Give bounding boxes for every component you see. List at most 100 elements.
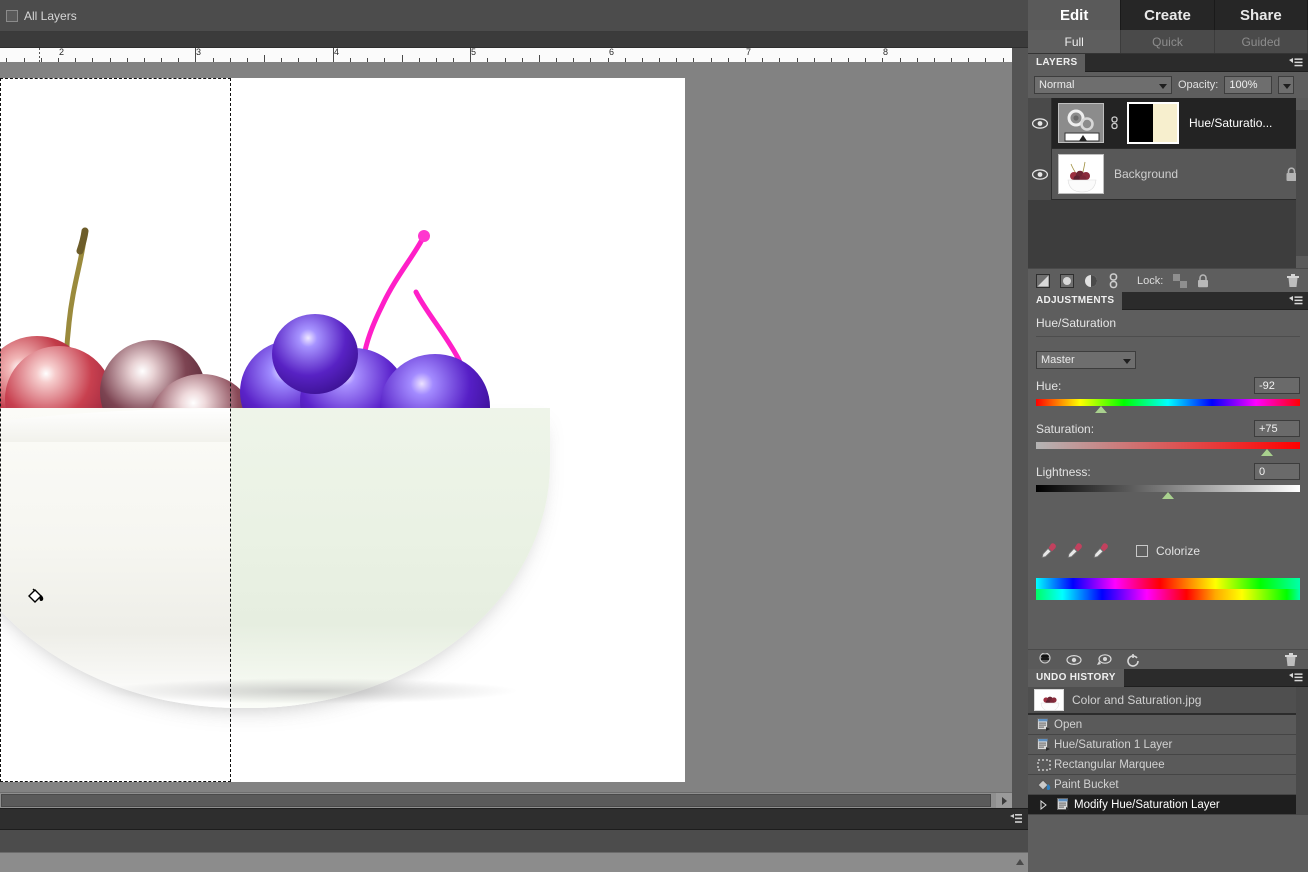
photoshop-elements-window: All Layers 2345678 Edit Create Share Ful…: [0, 0, 1308, 872]
adjustments-panel-menu-icon[interactable]: [1289, 296, 1303, 306]
opacity-value: 100%: [1229, 79, 1258, 91]
tab-edit[interactable]: Edit: [1028, 0, 1122, 30]
adjustment-layer-thumbnail[interactable]: [1058, 103, 1104, 143]
layer-visibility-toggle-1[interactable]: [1028, 97, 1052, 149]
hue-value[interactable]: -92: [1254, 377, 1300, 394]
layer-visibility-toggle-2[interactable]: [1028, 148, 1052, 200]
saturation-slider-track[interactable]: [1036, 442, 1300, 456]
layer-options-row: Normal Opacity: 100%: [1028, 72, 1308, 98]
document-canvas[interactable]: [0, 78, 685, 782]
canvas-area[interactable]: [0, 62, 1012, 792]
tab-guided[interactable]: Guided: [1215, 30, 1308, 53]
all-layers-checkbox[interactable]: [6, 9, 18, 22]
eyedropper-subtract-icon[interactable]: [1092, 542, 1110, 560]
clip-to-layer-icon[interactable]: [1038, 652, 1052, 667]
history-state-rectangular-marquee[interactable]: Rectangular Marquee: [1028, 755, 1308, 775]
cherry-purple-7: [272, 314, 358, 394]
layers-panel-tab[interactable]: LAYERS: [1028, 53, 1086, 72]
layers-panel-menu-icon[interactable]: [1289, 58, 1303, 68]
history-snapshot-row[interactable]: Color and Saturation.jpg: [1028, 687, 1308, 715]
new-layer-icon[interactable]: [1036, 273, 1050, 288]
new-adjustment-layer-icon[interactable]: [1084, 274, 1098, 288]
adjustments-panel-body: Hue/Saturation Master Hue: -92 Saturatio…: [1028, 310, 1308, 669]
background-layer-thumbnail[interactable]: [1058, 154, 1104, 194]
scroll-right-button[interactable]: [996, 793, 1012, 809]
opacity-input[interactable]: 100%: [1224, 76, 1273, 94]
eyedropper-icon[interactable]: [1040, 542, 1058, 560]
opacity-stepper[interactable]: [1278, 76, 1295, 94]
history-panel-menu-icon[interactable]: [1289, 673, 1303, 683]
toggle-layer-visibility-icon[interactable]: [1066, 654, 1082, 666]
all-layers-label: All Layers: [24, 8, 77, 23]
document-icon: [1034, 738, 1054, 751]
adjustments-panel-tab[interactable]: ADJUSTMENTS: [1028, 291, 1123, 310]
reset-adjustment-icon[interactable]: [1126, 653, 1140, 667]
photo-bin-menu-icon[interactable]: [1010, 814, 1022, 824]
history-list[interactable]: Color and Saturation.jpg Open Hue/Satura…: [1028, 687, 1308, 815]
delete-adjustment-layer-icon[interactable]: [1284, 652, 1298, 667]
layer-row-background[interactable]: Background: [1028, 148, 1308, 200]
history-state-modify-hue-saturation-layer[interactable]: Modify Hue/Saturation Layer: [1028, 795, 1308, 815]
tab-share[interactable]: Share: [1215, 0, 1308, 30]
saturation-gradient-bar: [1036, 442, 1300, 449]
lightness-slider-knob[interactable]: [1162, 492, 1174, 499]
ruler-label: 4: [334, 48, 340, 57]
photo-bin-area[interactable]: [0, 830, 1028, 852]
horizontal-ruler[interactable]: 2 3 4 5 6 7 8: [0, 48, 1012, 62]
history-state-open[interactable]: Open: [1028, 715, 1308, 735]
eyedropper-row: Colorize: [1036, 542, 1300, 560]
history-state-paint-bucket[interactable]: Paint Bucket: [1028, 775, 1308, 795]
ruler-tick: [539, 55, 540, 62]
layer-mask-link-icon[interactable]: [1110, 116, 1119, 130]
eyedropper-add-icon[interactable]: [1066, 542, 1084, 560]
horizontal-scroll-thumb[interactable]: [1, 794, 991, 807]
colorize-checkbox[interactable]: [1136, 545, 1148, 557]
hue-slider-track[interactable]: [1036, 399, 1300, 413]
history-state-hue-saturation-layer[interactable]: Hue/Saturation 1 Layer: [1028, 735, 1308, 755]
lightness-slider-track[interactable]: [1036, 485, 1300, 499]
document-icon: [1034, 718, 1054, 731]
lightness-value[interactable]: 0: [1254, 463, 1300, 480]
blend-mode-select[interactable]: Normal: [1034, 76, 1172, 94]
channel-select[interactable]: Master: [1036, 351, 1136, 369]
layers-panel-header: LAYERS: [1028, 53, 1308, 72]
bowl-tinted-region: [231, 408, 551, 708]
adjustment-type-label: Hue/Saturation: [1036, 316, 1117, 330]
ruler-label: 2: [59, 48, 65, 57]
cherries-bowl-thumbnail-icon: [1059, 155, 1103, 193]
layer-mask-thumbnail[interactable]: [1127, 102, 1179, 144]
history-scrollbar[interactable]: [1296, 687, 1308, 815]
layer-row-hue-saturation[interactable]: Hue/Saturatio...: [1028, 97, 1308, 149]
edit-mode-tab-bar: Full Quick Guided: [1028, 30, 1308, 54]
ruler-label: 6: [609, 48, 615, 57]
layers-scroll-up[interactable]: [1296, 98, 1308, 110]
delete-layer-icon[interactable]: [1286, 273, 1300, 288]
photo-bin-bar[interactable]: [0, 808, 1028, 830]
chevron-down-icon: [1123, 359, 1131, 364]
layers-scrollbar[interactable]: [1296, 98, 1308, 268]
layer-name-background[interactable]: Background: [1114, 167, 1285, 181]
layer-list[interactable]: Hue/Saturatio... Background: [1028, 97, 1308, 268]
preview-previous-state-icon[interactable]: [1096, 653, 1112, 666]
photo-image: [0, 78, 685, 782]
bottom-scroll-up-icon[interactable]: [1014, 856, 1026, 868]
saturation-slider-knob[interactable]: [1261, 449, 1273, 456]
canvas-horizontal-scrollbar[interactable]: [0, 792, 1012, 809]
layer-name-hue-saturation[interactable]: Hue/Saturatio...: [1189, 116, 1308, 130]
opacity-label: Opacity:: [1178, 79, 1219, 91]
history-panel-tab[interactable]: UNDO HISTORY: [1028, 668, 1124, 687]
lock-transparency-icon[interactable]: [1173, 273, 1188, 288]
tab-full[interactable]: Full: [1028, 30, 1122, 53]
layers-scroll-down[interactable]: [1296, 256, 1308, 268]
tab-create[interactable]: Create: [1121, 0, 1215, 30]
hue-slider-knob[interactable]: [1094, 406, 1107, 413]
lock-all-icon[interactable]: [1197, 273, 1209, 288]
tab-quick[interactable]: Quick: [1121, 30, 1215, 53]
add-layer-mask-icon[interactable]: [1060, 273, 1074, 288]
ruler-label: 5: [471, 48, 477, 57]
link-layers-icon[interactable]: [1108, 272, 1119, 289]
history-state-label: Rectangular Marquee: [1054, 758, 1165, 771]
ruler-tick: [264, 55, 265, 62]
saturation-value[interactable]: +75: [1254, 420, 1300, 437]
eye-icon: [1031, 168, 1048, 180]
